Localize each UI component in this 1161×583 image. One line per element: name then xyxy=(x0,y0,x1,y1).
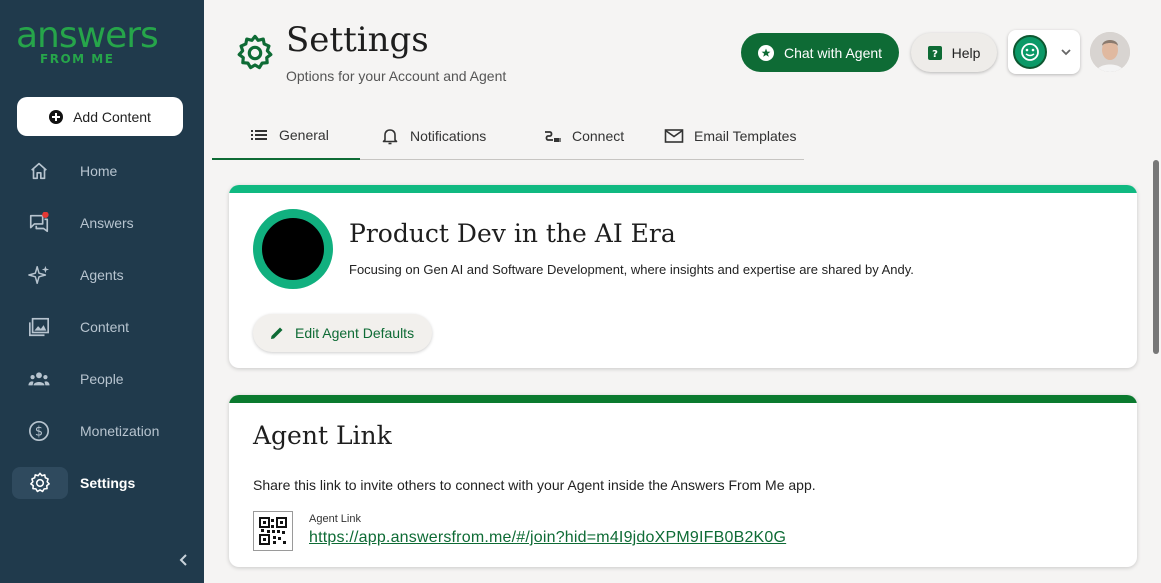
agent-avatar xyxy=(253,209,333,289)
agent-link-url[interactable]: https://app.answersfrom.me/#/join?hid=m4… xyxy=(309,529,786,547)
sidebar-item-answers[interactable]: Answers xyxy=(12,207,192,239)
dollar-icon: $ xyxy=(29,421,49,441)
chevron-down-icon xyxy=(1061,49,1071,56)
bell-icon xyxy=(382,128,398,144)
sidebar-item-people[interactable]: People xyxy=(12,363,192,395)
sidebar-item-label: Agents xyxy=(80,267,124,283)
tab-label: General xyxy=(279,127,329,143)
sidebar-item-label: Content xyxy=(80,319,130,335)
people-icon xyxy=(28,372,50,386)
agent-switcher-dropdown[interactable] xyxy=(1008,30,1080,74)
sidebar-item-agents[interactable]: Agents xyxy=(12,259,192,291)
tab-label: Connect xyxy=(572,127,625,144)
sidebar-item-label: Answers xyxy=(80,215,134,231)
tab-label: Email Templates xyxy=(694,127,797,144)
chat-with-agent-label: Chat with Agent xyxy=(783,44,883,61)
help-button[interactable]: ? Help xyxy=(911,33,997,72)
pencil-icon xyxy=(271,327,283,339)
help-icon: ? xyxy=(927,45,942,60)
home-icon xyxy=(31,162,47,180)
sidebar-item-home[interactable]: Home xyxy=(12,155,192,187)
svg-text:?: ? xyxy=(932,49,938,60)
sidebar-item-settings[interactable]: Settings xyxy=(12,467,192,499)
add-content-label: Add Content xyxy=(73,108,151,125)
tab-label: Notifications xyxy=(410,127,487,144)
agent-card: Product Dev in the AI Era Focusing on Ge… xyxy=(229,185,1137,368)
logo-sub-text: FROM ME xyxy=(40,52,115,66)
scrollbar-thumb[interactable] xyxy=(1153,160,1159,354)
agent-description: Focusing on Gen AI and Software Developm… xyxy=(349,262,914,277)
edit-agent-defaults-button[interactable]: Edit Agent Defaults xyxy=(253,314,432,352)
chat-icon xyxy=(29,212,49,233)
settings-gear-icon xyxy=(237,34,273,70)
sidebar-item-label: People xyxy=(80,371,124,387)
gear-icon xyxy=(30,472,50,493)
star-circle-icon xyxy=(757,44,774,61)
tab-notifications[interactable]: Notifications xyxy=(380,112,486,159)
agent-link-label: Agent Link xyxy=(309,513,361,525)
svg-text:$: $ xyxy=(35,425,43,440)
add-content-button[interactable]: Add Content xyxy=(17,97,183,136)
agent-name: Product Dev in the AI Era xyxy=(349,219,676,248)
tab-email-templates[interactable]: Email Templates xyxy=(664,112,796,159)
page-title: Settings xyxy=(286,20,429,60)
card-accent-bar xyxy=(229,185,1137,193)
sidebar-item-label: Home xyxy=(80,163,118,179)
page-subtitle: Options for your Account and Agent xyxy=(286,68,507,84)
edit-agent-defaults-label: Edit Agent Defaults xyxy=(295,325,415,341)
agent-link-description: Share this link to invite others to conn… xyxy=(253,477,816,493)
mail-icon xyxy=(664,128,684,143)
tab-general[interactable]: General xyxy=(212,112,360,160)
card-accent-bar xyxy=(229,395,1137,403)
sparkle-icon xyxy=(28,265,50,284)
help-label: Help xyxy=(951,44,981,61)
plus-circle-icon xyxy=(49,109,64,124)
qr-code-icon xyxy=(259,517,287,545)
chevron-left-icon[interactable] xyxy=(174,550,194,570)
logo[interactable]: answers FROM ME xyxy=(16,16,188,68)
agent-avatar-icon xyxy=(1013,35,1047,69)
tab-connect[interactable]: Connect xyxy=(542,112,624,159)
sidebar: answers FROM ME Add Content Home Answers… xyxy=(0,0,204,583)
user-avatar[interactable] xyxy=(1090,32,1130,72)
agent-link-card: Agent Link Share this link to invite oth… xyxy=(229,395,1137,567)
logo-main-text: answers xyxy=(16,15,159,56)
chat-with-agent-button[interactable]: Chat with Agent xyxy=(741,33,899,72)
agent-link-title: Agent Link xyxy=(253,421,392,450)
sidebar-item-label: Monetization xyxy=(80,423,160,439)
sidebar-item-content[interactable]: Content xyxy=(12,311,192,343)
active-indicator xyxy=(12,467,68,499)
images-icon xyxy=(29,317,49,337)
list-icon xyxy=(251,130,267,140)
sidebar-item-label: Settings xyxy=(80,475,136,491)
qr-code-button[interactable] xyxy=(253,511,293,551)
connect-icon xyxy=(545,130,561,142)
settings-tabs: General Notifications Connect Email Temp… xyxy=(212,112,804,160)
sidebar-item-monetization[interactable]: $ Monetization xyxy=(12,415,192,447)
